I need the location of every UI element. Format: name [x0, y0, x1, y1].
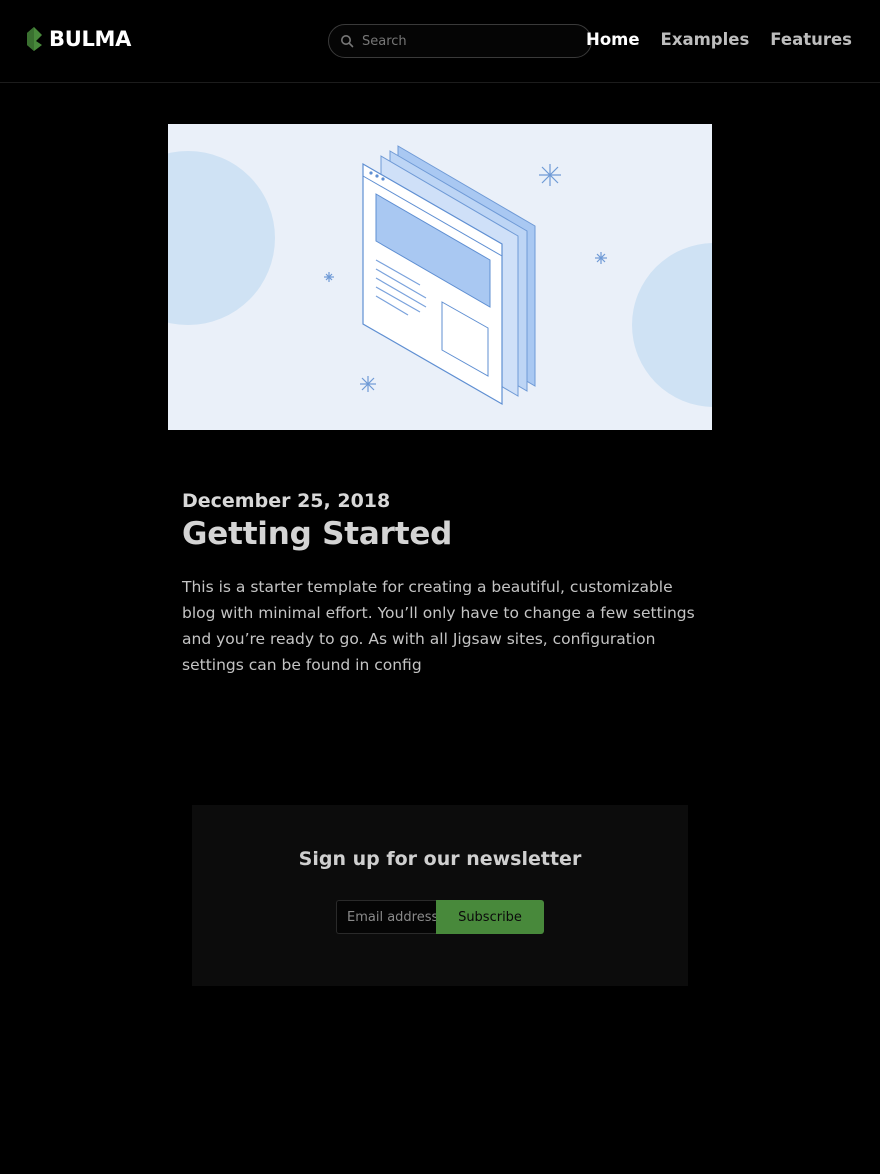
brand-logo-link[interactable]: BULMA — [26, 27, 131, 51]
nav-features-link[interactable]: Features — [770, 30, 852, 49]
newsletter-section: Sign up for our newsletter Subscribe — [192, 805, 688, 986]
post-date: December 25, 2018 — [182, 490, 391, 512]
email-field[interactable] — [336, 900, 436, 934]
blog-post-preview: December 25, 2018 Getting Started This i… — [182, 490, 702, 678]
subscribe-button[interactable]: Subscribe — [436, 900, 544, 934]
nav-home-link[interactable]: Home — [586, 30, 640, 49]
hero-image[interactable] — [168, 124, 712, 430]
bulma-leaf-icon — [27, 27, 42, 51]
search-input[interactable] — [362, 33, 582, 49]
nav-examples-link[interactable]: Examples — [661, 30, 750, 49]
browser-windows-illustration — [168, 145, 712, 407]
search-box[interactable] — [328, 24, 592, 58]
newsletter-form: Subscribe — [336, 900, 544, 934]
post-title[interactable]: Getting Started — [182, 516, 702, 552]
newsletter-title: Sign up for our newsletter — [298, 848, 582, 870]
post-excerpt: This is a starter template for creating … — [182, 578, 695, 674]
brand-name: BULMA — [49, 27, 132, 51]
navbar: BULMA Home Examples Features — [0, 0, 880, 83]
nav-links: Home Examples Features — [586, 30, 852, 49]
search-icon — [341, 35, 354, 48]
